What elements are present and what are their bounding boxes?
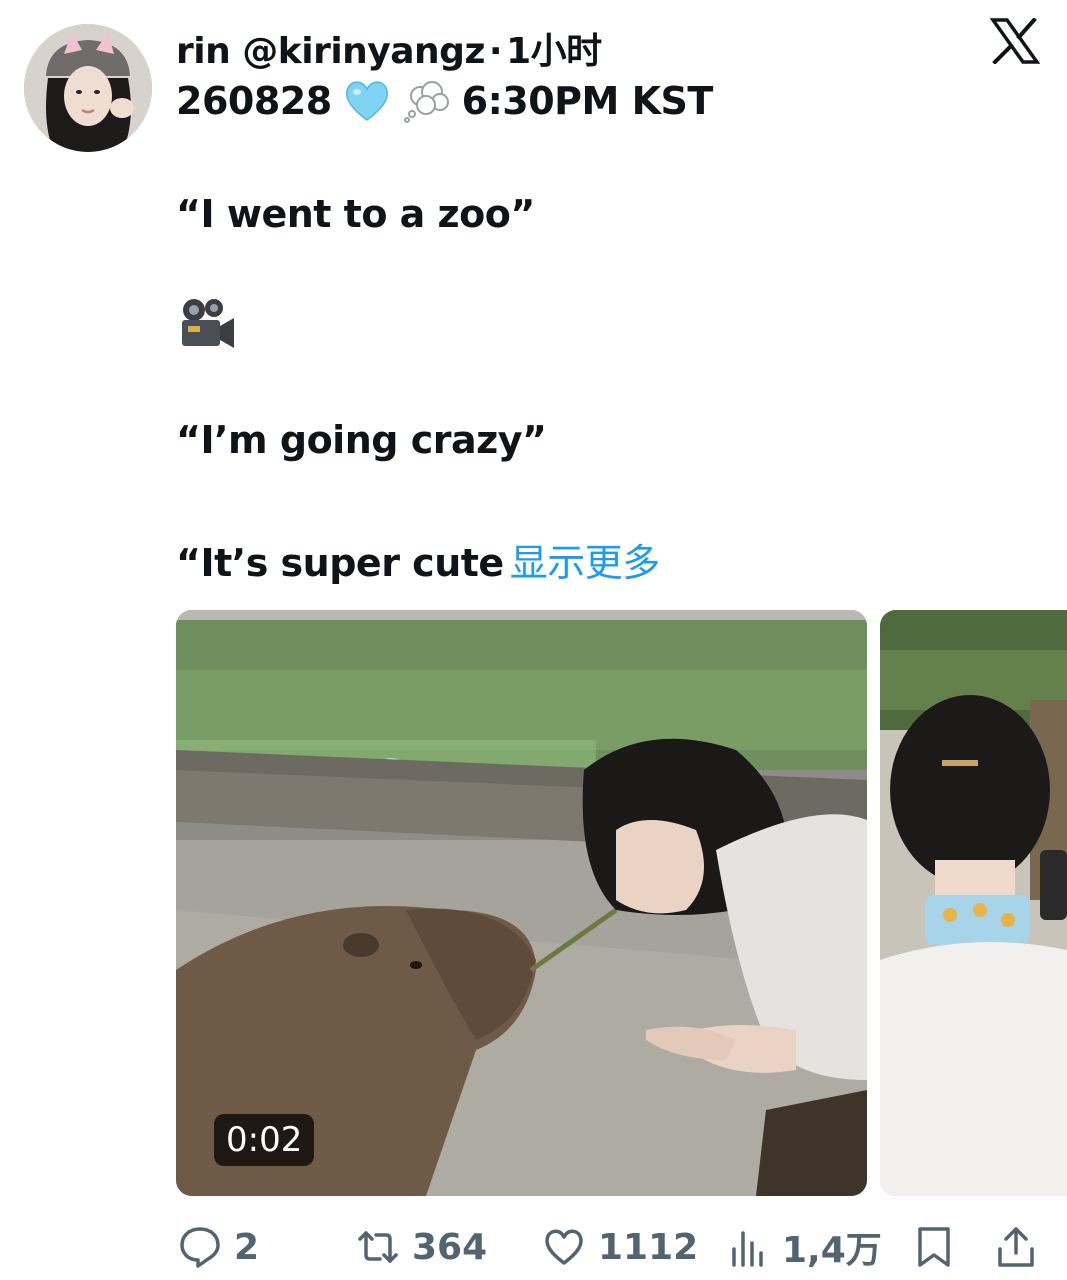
movie-camera-icon bbox=[182, 299, 234, 348]
dot-separator: · bbox=[488, 31, 503, 72]
share-icon bbox=[998, 1227, 1034, 1267]
like-count: 1112 bbox=[598, 1226, 699, 1268]
photo-thumbnail[interactable] bbox=[880, 610, 1067, 1196]
author-name[interactable]: rin bbox=[176, 31, 231, 72]
views-button[interactable]: 1,4万 bbox=[726, 1222, 882, 1272]
thought-balloon-icon bbox=[403, 81, 449, 123]
video-scene-image bbox=[176, 610, 867, 1196]
x-logo-icon[interactable] bbox=[990, 18, 1040, 64]
bookmark-icon bbox=[918, 1227, 950, 1267]
date-line: 260828 6:30PM KST bbox=[176, 78, 713, 124]
date-text: 260828 bbox=[176, 79, 332, 123]
views-chart-icon bbox=[732, 1231, 763, 1267]
avatar[interactable] bbox=[24, 24, 152, 152]
action-bar: 2 364 1112 1,4万 bbox=[0, 1222, 1067, 1272]
tweet-line-4: “It’s super cute 显示更多 bbox=[176, 532, 660, 587]
retweet-count: 364 bbox=[412, 1226, 488, 1268]
photo-scene-image bbox=[880, 610, 1067, 1196]
share-button[interactable] bbox=[994, 1222, 1038, 1272]
post-time[interactable]: 1小时 bbox=[506, 31, 602, 72]
avatar-image bbox=[24, 24, 152, 152]
tweet-header: rin @kirinyangz · 1小时 bbox=[176, 22, 602, 74]
show-more-link[interactable]: 显示更多 bbox=[510, 541, 661, 585]
retweet-button[interactable]: 364 bbox=[356, 1222, 487, 1272]
like-button[interactable]: 1112 bbox=[542, 1222, 698, 1272]
video-thumbnail[interactable] bbox=[176, 610, 867, 1196]
retweet-icon bbox=[358, 1231, 398, 1263]
reply-button[interactable]: 2 bbox=[178, 1222, 259, 1272]
tweet-line-3: “I’m going crazy” bbox=[176, 418, 547, 462]
views-count: 1,4万 bbox=[782, 1230, 882, 1271]
tweet-line-1: “I went to a zoo” bbox=[176, 192, 535, 236]
heart-icon bbox=[545, 1229, 583, 1265]
reply-count: 2 bbox=[234, 1226, 260, 1268]
video-duration-badge: 0:02 bbox=[214, 1114, 315, 1166]
reply-icon bbox=[180, 1227, 220, 1268]
author-handle[interactable]: @kirinyangz bbox=[242, 31, 485, 72]
light-blue-heart-icon bbox=[345, 81, 388, 121]
bookmark-button[interactable] bbox=[912, 1222, 956, 1272]
tweet-line-4-text: “It’s super cute bbox=[176, 541, 504, 585]
time-kst: 6:30PM KST bbox=[461, 79, 714, 123]
